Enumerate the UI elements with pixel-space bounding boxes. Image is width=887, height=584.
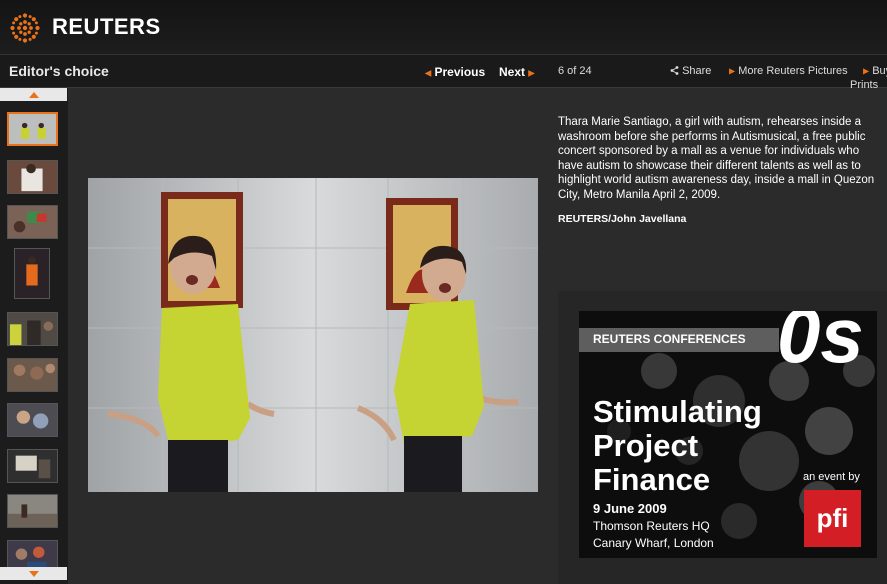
thumbnail[interactable] [7,358,58,392]
previous-label: Previous [434,65,486,79]
next-button[interactable]: Next ▶ [499,65,535,79]
ad-title-line-2: Project [593,428,699,463]
ad-title-line-1: Stimulating [593,394,762,429]
photo-caption: Thara Marie Santiago, a girl with autism… [558,116,875,201]
thumbnail[interactable] [7,449,58,483]
section-title: Editor's choice [9,63,109,79]
thumbnail-image [8,450,57,482]
more-pictures-link[interactable]: ▶ More Reuters Pictures [729,65,848,77]
ad-title-line-3: Finance [593,462,711,497]
buy-prints-label-1: Buy [872,65,887,77]
ad-brand: REUTERS CONFERENCES [593,332,746,346]
conference-ad[interactable]: REUTERS CONFERENCES 0s Stimulating Proje… [579,311,877,558]
thumbnail[interactable] [7,160,58,194]
photo-counter: 6 of 24 [558,65,592,77]
more-pictures-label: More Reuters Pictures [738,65,848,77]
buy-prints-link[interactable]: ▶ Buy [863,65,887,77]
ad-location-line-1: Thomson Reuters HQ [593,519,710,533]
thumbnail-image [8,206,57,238]
main-photo[interactable] [88,178,538,492]
chevron-up-icon [28,91,39,98]
arrow-right-icon: ▶ [729,66,736,76]
share-label: Share [682,65,712,77]
photo-credit: REUTERS/John Javellana [558,213,687,225]
scroll-up-button[interactable] [0,88,67,101]
ad-date: 9 June 2009 [593,501,667,516]
chevron-down-icon [28,570,39,577]
share-icon [670,66,679,75]
thumbnail-image [8,495,57,527]
thumbnail[interactable] [7,403,58,437]
thumbnail[interactable] [14,248,50,299]
thumbnail-image [8,313,57,345]
brand-name[interactable]: REUTERS [52,14,161,40]
thumbnail-image [8,359,57,391]
arrow-right-icon: ▶ [863,66,870,76]
previous-button[interactable]: ◀ Previous [425,65,485,79]
thumbnail-image [9,114,56,144]
thumbnail[interactable] [7,494,58,528]
ad-location-line-2: Canary Wharf, London [593,536,714,550]
photo-image [88,178,538,492]
thumbnail-image [8,404,57,436]
gallery-toolbar: Editor's choice ◀ Previous Next ▶ 6 of 2… [0,55,887,91]
next-label: Next [499,65,526,79]
share-button[interactable]: Share [670,65,711,77]
thumbnail-image [8,161,57,193]
thumbnail[interactable] [7,312,58,346]
ad-corner-text: 0s [777,311,864,379]
site-header: REUTERS [0,0,887,55]
thumbnail-image [15,249,49,298]
thumbnail[interactable] [7,205,58,239]
arrow-left-icon: ◀ [425,68,432,78]
scroll-down-button[interactable] [0,567,67,580]
ad-event-by: an event by [803,471,860,483]
pfi-logo: pfi [804,490,861,547]
thumbnail-current[interactable] [7,112,58,146]
reuters-dot-logo-icon[interactable] [8,11,42,45]
thumbnail-strip [0,88,68,584]
buy-prints-label-2[interactable]: Prints [850,79,878,91]
arrow-right-icon: ▶ [528,68,535,78]
